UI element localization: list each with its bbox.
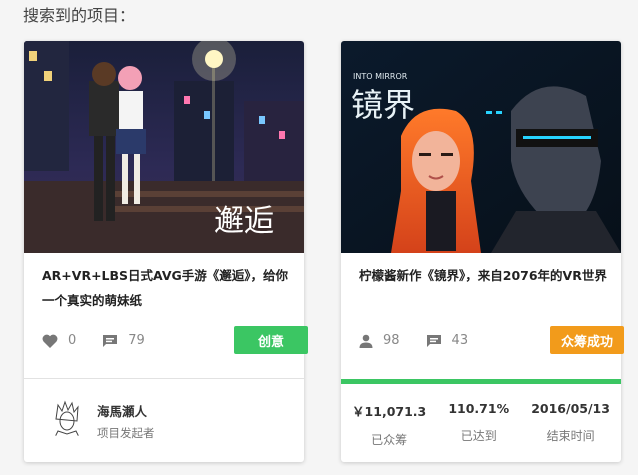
- comment-icon: [103, 334, 118, 347]
- comments-stat[interactable]: 43: [426, 333, 469, 348]
- creator-name[interactable]: 海馬瀬人: [97, 401, 147, 420]
- cover-title-text: 邂逅: [214, 204, 274, 239]
- category-tag[interactable]: 创意: [234, 326, 308, 354]
- end-date-stat: 2016/05/13 结束时间: [531, 401, 610, 448]
- funding-stats: ￥11,071.3 已众筹 110.71% 已达到 2016/05/13 结束时…: [341, 401, 621, 448]
- heart-icon: [42, 334, 58, 348]
- comments-stat[interactable]: 79: [102, 333, 145, 348]
- raised-stat: ￥11,071.3 已众筹: [352, 401, 426, 448]
- end-date-label: 结束时间: [546, 429, 595, 443]
- search-results-heading: 搜索到的项目：: [23, 6, 136, 25]
- end-date-value: 2016/05/13: [531, 401, 610, 416]
- raised-amount: ￥11,071.3: [352, 404, 427, 419]
- project-cover-image[interactable]: INTO MIRROR 镜界: [341, 41, 621, 253]
- project-title[interactable]: AR+VR+LBS日式AVG手游《邂逅》，给你一个真实的萌妹纸: [42, 263, 292, 313]
- comments-count: 43: [451, 333, 469, 348]
- percent-label: 已达到: [460, 429, 497, 443]
- backers-stat[interactable]: 98: [359, 333, 400, 348]
- raised-label: 已众筹: [371, 433, 408, 447]
- avatar[interactable]: [46, 397, 88, 439]
- likes-count: 0: [68, 333, 77, 348]
- backers-count: 98: [383, 333, 400, 348]
- project-card-into-mirror[interactable]: INTO MIRROR 镜界 柠檬酱新作《镜界》，来自2076年的VR世界 98…: [341, 41, 624, 462]
- percent-value: 110.71%: [448, 401, 510, 416]
- percent-stat: 110.71% 已达到: [448, 401, 509, 448]
- comments-count: 79: [128, 333, 145, 348]
- user-icon: [359, 334, 373, 348]
- funding-progress-bar: [341, 379, 621, 384]
- cover-subtitle-text: INTO MIRROR: [353, 72, 408, 81]
- comment-icon: [426, 334, 441, 347]
- creator-role: 项目发起者: [97, 426, 155, 440]
- likes-stat[interactable]: 0: [42, 333, 76, 348]
- project-card-encounter[interactable]: 邂逅 AR+VR+LBS日式AVG手游《邂逅》，给你一个真实的萌妹纸 0 79 …: [24, 41, 308, 462]
- funding-progress-fill: [341, 379, 621, 384]
- project-cover-image[interactable]: 邂逅: [24, 41, 304, 253]
- project-title[interactable]: 柠檬酱新作《镜界》，来自2076年的VR世界: [359, 263, 609, 288]
- cover-title-text: 镜界: [351, 86, 415, 124]
- divider: [24, 378, 304, 379]
- status-badge[interactable]: 众筹成功: [550, 326, 624, 354]
